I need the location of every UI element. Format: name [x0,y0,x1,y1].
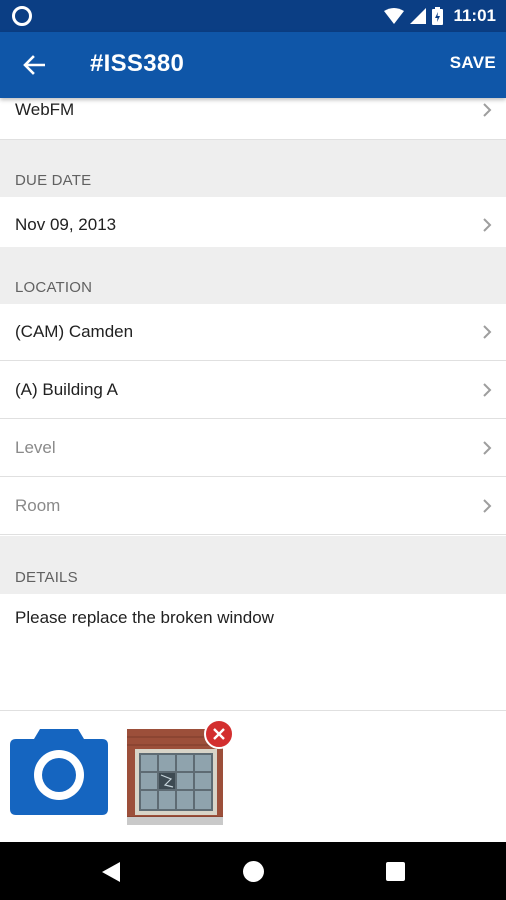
site-row[interactable]: (CAM) Camden [0,304,506,361]
signal-icon [410,8,427,24]
notification-icon [12,6,32,26]
status-bar: 11:01 [0,0,506,32]
source-row[interactable]: WebFM [0,98,506,140]
chevron-right-icon [483,499,492,513]
due-date-section-title: DUE DATE [15,172,92,189]
remove-attachment-button[interactable] [204,719,234,749]
source-value: WebFM [15,100,75,119]
system-nav-bar [0,842,506,900]
site-value: (CAM) Camden [15,322,134,341]
room-row[interactable]: Room [0,478,506,535]
wifi-icon [384,8,405,24]
chevron-right-icon [483,441,492,455]
battery-icon [432,7,444,25]
issue-form[interactable]: WebFM DUE DATE Nov 09, 2013 LOCATION (CA… [0,98,506,842]
nav-back-icon[interactable] [100,861,122,883]
details-section-title: DETAILS [15,569,78,586]
location-section-title: LOCATION [15,279,93,296]
nav-home-icon[interactable] [243,861,264,882]
details-section-header: DETAILS [0,536,506,594]
status-time: 11:01 [453,6,496,25]
level-placeholder: Level [15,438,56,457]
attachments-bar [0,710,506,842]
page-title: #ISS380 [90,50,185,77]
chevron-right-icon [483,325,492,339]
building-value: (A) Building A [15,380,118,399]
nav-recents-icon[interactable] [386,862,405,881]
camera-icon[interactable] [10,729,108,815]
chevron-right-icon [483,218,492,232]
back-arrow-icon [23,55,45,75]
back-button[interactable] [14,45,54,85]
close-icon [213,728,225,740]
due-date-section-header: DUE DATE [0,140,506,197]
chevron-right-icon [483,383,492,397]
due-date-row[interactable]: Nov 09, 2013 [0,197,506,254]
building-row[interactable]: (A) Building A [0,362,506,419]
app-bar: #ISS380 SAVE [0,32,506,98]
level-row[interactable]: Level [0,420,506,477]
location-section-header: LOCATION [0,247,506,304]
details-field[interactable]: Please replace the broken window [15,608,274,628]
room-placeholder: Room [15,496,61,515]
chevron-right-icon [483,103,492,117]
save-button[interactable]: SAVE [450,53,496,73]
due-date-value: Nov 09, 2013 [15,215,117,234]
